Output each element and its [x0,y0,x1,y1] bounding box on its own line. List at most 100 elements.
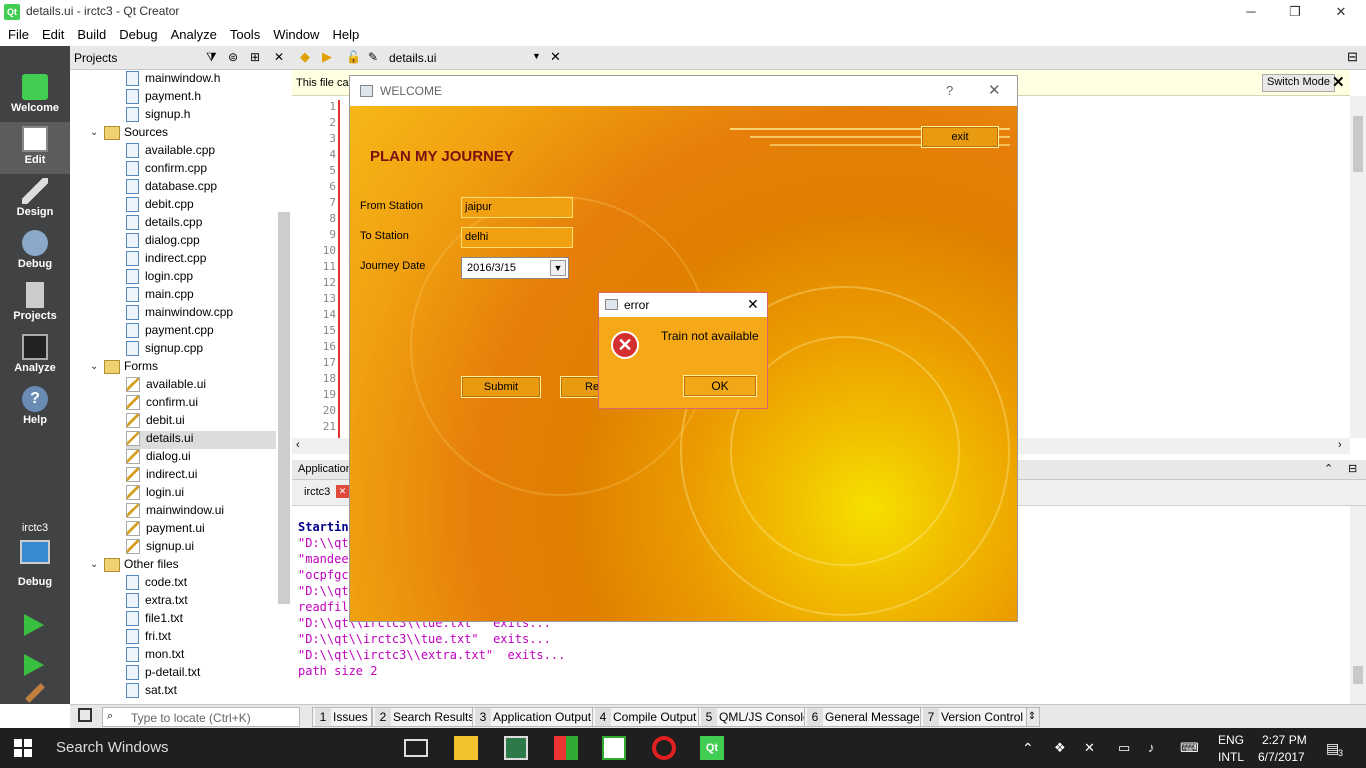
opera-browser-icon[interactable] [652,736,676,760]
tree-file[interactable]: payment.cpp [126,323,276,341]
chevron-down-icon[interactable]: ▼ [550,260,566,276]
mode-help[interactable]: ? Help [0,382,70,434]
tree-file[interactable]: signup.cpp [126,341,276,359]
monitor-icon[interactable] [20,540,50,564]
forward-arrow-icon[interactable]: ▶ [322,49,332,65]
projects-title[interactable]: Projects [74,51,117,65]
tree-folder[interactable]: ⌄ Forms [90,359,290,377]
exit-button[interactable]: exit [921,126,999,148]
terminal-app-icon[interactable] [504,736,528,760]
mode-edit[interactable]: Edit [0,122,70,174]
to-station-input[interactable]: delhi [461,227,573,248]
menu-debug[interactable]: Debug [111,24,162,46]
tree-file[interactable]: mainwindow.cpp [126,305,276,323]
pane-button-issues[interactable]: 1 Issues [312,707,372,727]
mode-debug[interactable]: Debug [0,226,70,278]
debug-run-icon[interactable] [24,654,44,676]
editor-vscrollbar[interactable] [1350,96,1366,438]
filter-icon[interactable]: ⧩ [206,50,217,65]
chevron-down-icon[interactable]: ⌄ [90,559,104,570]
maximize-pane-icon[interactable]: ⌃ [1324,462,1333,475]
tree-file[interactable]: available.ui [126,377,276,395]
keyboard-icon[interactable]: ⌨ [1180,740,1199,756]
journey-date-picker[interactable]: 2016/3/15 ▼ [461,257,569,279]
task-view-icon[interactable] [404,739,428,757]
tree-file[interactable]: details.ui [126,431,276,449]
tree-file[interactable]: database.cpp [126,179,276,197]
ok-button[interactable]: OK [683,375,757,397]
pane-button-qml-js-console[interactable]: 5 QML/JS Console [698,707,814,727]
switch-mode-button[interactable]: Switch Mode [1262,74,1335,92]
minimize-button[interactable]: ─ [1228,0,1274,24]
locator-field[interactable]: ⌕ Type to locate (Ctrl+K) [102,707,300,727]
tree-file[interactable]: available.cpp [126,143,276,161]
file-explorer-icon[interactable] [454,736,478,760]
close-pane-icon[interactable]: ⊟ [1348,462,1357,475]
toggle-sidebar-icon[interactable] [78,708,92,722]
menu-help[interactable]: Help [324,24,364,46]
mode-analyze[interactable]: Analyze [0,330,70,382]
tree-file[interactable]: confirm.ui [126,395,276,413]
tree-file[interactable]: code.txt [126,575,276,593]
run-icon[interactable] [24,614,44,636]
menu-build[interactable]: Build [69,24,111,46]
pane-button-compile-output[interactable]: 4 Compile Output [592,707,701,727]
tree-file[interactable]: payment.h [126,89,276,107]
tree-file[interactable]: indirect.ui [126,467,276,485]
stop-icon[interactable]: ✕ [336,485,349,498]
tree-file[interactable]: mainwindow.ui [126,503,276,521]
reset-button[interactable]: Re [560,376,600,398]
network-icon[interactable]: ✕ [1084,740,1095,756]
link-icon[interactable]: ⊜ [228,50,238,64]
from-station-input[interactable]: jaipur [461,197,573,218]
submit-button[interactable]: Submit [461,376,541,398]
help-button[interactable]: ? [946,83,953,98]
output-vscrollbar[interactable] [1350,506,1366,704]
maximize-button[interactable]: ❐ [1272,0,1318,24]
tree-file[interactable]: mon.txt [126,647,276,665]
menu-analyze[interactable]: Analyze [163,24,222,46]
tree-file[interactable]: mainwindow.h [126,71,276,89]
tree-file[interactable]: debit.cpp [126,197,276,215]
tree-folder[interactable]: ⌄ Sources [90,125,290,143]
pane-button-search-results[interactable]: 2 Search Results [372,707,479,727]
welcome-close-button[interactable]: ✕ [988,81,1001,99]
clock-time[interactable]: 2:27 PM [1262,733,1307,747]
close-pane-icon[interactable]: ✕ [274,50,284,64]
tree-file[interactable]: login.cpp [126,269,276,287]
menu-edit[interactable]: Edit [34,24,69,46]
taskbar-search[interactable]: Search Windows [48,728,392,768]
error-close-button[interactable]: ✕ [747,296,759,313]
mode-projects[interactable]: Projects [0,278,70,330]
tree-file[interactable]: extra.txt [126,593,276,611]
menu-tools[interactable]: Tools [222,24,265,46]
split-icon[interactable]: ⊞ [250,50,260,64]
windows-start-icon[interactable] [14,739,32,757]
tree-file[interactable]: details.cpp [126,215,276,233]
build-hammer-icon[interactable] [25,683,45,703]
lang-code[interactable]: ENG [1218,733,1244,747]
battery-icon[interactable]: ▭ [1118,740,1130,756]
chevron-down-icon[interactable]: ⌄ [90,127,104,138]
tree-scrollbar[interactable] [278,212,290,604]
chevron-down-icon[interactable]: ▼ [532,51,541,61]
mode-welcome[interactable]: Welcome [0,70,70,122]
lang-layout[interactable]: INTL [1218,750,1244,764]
tree-folder[interactable]: ⌄ Other files [90,557,290,575]
app-colorful-icon[interactable] [554,736,578,760]
output-tab-irctc3[interactable]: irctc3 [304,486,330,498]
back-arrow-icon[interactable]: ◆ [300,49,310,65]
clock-date[interactable]: 6/7/2017 [1258,750,1305,764]
qt-creator-icon[interactable]: Qt [700,736,724,760]
pane-button-application-output[interactable]: 3 Application Output [472,707,596,727]
tree-file[interactable]: file1.txt [126,611,276,629]
split-editor-icon[interactable]: ⊟ [1347,49,1358,65]
chevron-up-icon[interactable]: ⌃ [1022,740,1034,757]
open-file-name[interactable]: details.ui [389,51,436,65]
menu-window[interactable]: Window [265,24,324,46]
tree-file[interactable]: indirect.cpp [126,251,276,269]
tree-file[interactable]: signup.ui [126,539,276,557]
volume-icon[interactable]: ♪ [1148,740,1155,755]
tree-file[interactable]: fri.txt [126,629,276,647]
pane-button-general-messages[interactable]: 6 General Messages [804,707,930,727]
